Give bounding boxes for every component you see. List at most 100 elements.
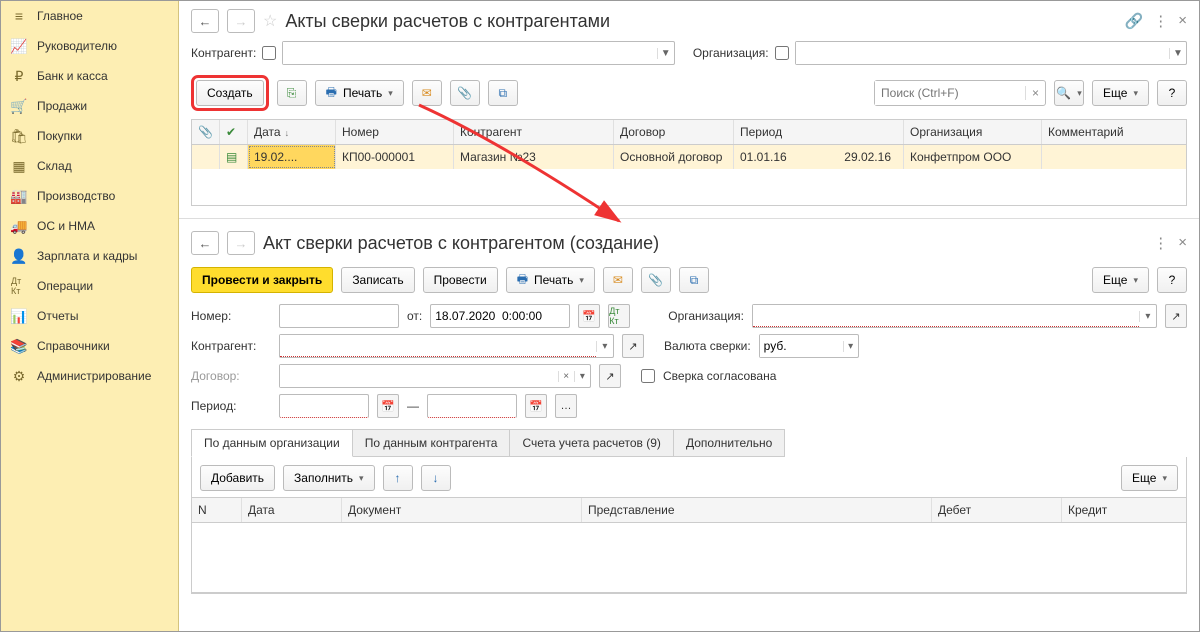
col-comment[interactable]: Комментарий xyxy=(1042,120,1186,144)
post-close-button[interactable]: Провести и закрыть xyxy=(191,267,333,293)
back-button[interactable]: ← xyxy=(191,231,219,255)
sidebar-item-reports[interactable]: 📊Отчеты xyxy=(1,301,178,331)
calendar-icon[interactable]: 📅 xyxy=(578,304,600,328)
save-button[interactable]: Записать xyxy=(341,267,414,293)
date-input[interactable] xyxy=(430,304,570,328)
search-clear[interactable]: × xyxy=(1025,86,1045,100)
help-button[interactable]: ? xyxy=(1157,80,1187,106)
col-document[interactable]: Документ xyxy=(342,498,582,522)
filter-contragent-input[interactable] xyxy=(283,42,656,64)
tab-accounts[interactable]: Счета учета расчетов (9) xyxy=(510,429,673,457)
add-button[interactable]: Добавить xyxy=(200,465,275,491)
structure-button[interactable]: ⧉ xyxy=(679,267,709,293)
period-from-input[interactable] xyxy=(279,394,369,418)
tab-contragent-data[interactable]: По данным контрагента xyxy=(353,429,511,457)
print-button[interactable]: 🖶Печать▾ xyxy=(315,80,404,106)
filter-contragent-checkbox[interactable] xyxy=(262,46,276,60)
link-icon[interactable]: 🔗 xyxy=(1125,12,1144,30)
search-input[interactable] xyxy=(875,81,1025,105)
filter-org-input[interactable] xyxy=(796,42,1169,64)
forward-button[interactable]: → xyxy=(227,231,255,255)
filter-org-checkbox[interactable] xyxy=(775,46,789,60)
sidebar-item-catalogs[interactable]: 📚Справочники xyxy=(1,331,178,361)
search-button[interactable]: 🔍▾ xyxy=(1054,80,1084,106)
more-button[interactable]: Еще▾ xyxy=(1121,465,1178,491)
mail-button[interactable]: ✉ xyxy=(412,80,442,106)
attach-button[interactable]: 📎 xyxy=(450,80,480,106)
open-icon[interactable]: ↗ xyxy=(1165,304,1187,328)
sidebar-item-salary[interactable]: 👤Зарплата и кадры xyxy=(1,241,178,271)
org-input[interactable] xyxy=(753,305,1139,327)
clear-icon[interactable]: × xyxy=(558,371,574,382)
dropdown-icon[interactable]: ▼ xyxy=(657,48,674,59)
help-button[interactable]: ? xyxy=(1157,267,1187,293)
sidebar-item-purchases[interactable]: 🛍Покупки xyxy=(1,121,178,151)
tab-org-data[interactable]: По данным организации xyxy=(191,429,353,457)
col-contract[interactable]: Договор xyxy=(614,120,734,144)
close-icon[interactable]: × xyxy=(1178,12,1187,30)
open-icon[interactable]: ↗ xyxy=(622,334,644,358)
search-box[interactable]: × xyxy=(874,80,1046,106)
sidebar-item-sales[interactable]: 🛒Продажи xyxy=(1,91,178,121)
col-org[interactable]: Организация xyxy=(904,120,1042,144)
sidebar-item-bank[interactable]: ₽Банк и касса xyxy=(1,61,178,91)
print-button[interactable]: 🖶Печать▾ xyxy=(506,267,595,293)
tab-additional[interactable]: Дополнительно xyxy=(674,429,785,457)
sidebar-item-operations[interactable]: Дт КтОперации xyxy=(1,271,178,301)
sidebar-item-main[interactable]: ≡Главное xyxy=(1,1,178,31)
structure-button[interactable]: ⧉ xyxy=(488,80,518,106)
dropdown-icon[interactable]: ▼ xyxy=(1169,48,1186,59)
calendar-icon[interactable]: 📅 xyxy=(377,394,399,418)
fill-button[interactable]: Заполнить▾ xyxy=(283,465,374,491)
more-icon[interactable]: ⋮ xyxy=(1153,234,1168,252)
period-to-input[interactable] xyxy=(427,394,517,418)
col-attach[interactable]: 📎 xyxy=(192,120,220,144)
currency-input[interactable] xyxy=(760,335,843,357)
sidebar-item-warehouse[interactable]: ▦Склад xyxy=(1,151,178,181)
grid-row[interactable]: ▤ 19.02.... КП00-000001 Магазин №23 Осно… xyxy=(192,145,1186,169)
inner-grid-body[interactable] xyxy=(192,523,1186,593)
period-picker-button[interactable]: … xyxy=(555,394,577,418)
filter-contragent-combo[interactable]: ▼ xyxy=(282,41,674,65)
star-icon[interactable]: ☆ xyxy=(263,11,277,31)
col-posted[interactable]: ✔ xyxy=(220,120,248,144)
more-button[interactable]: Еще▾ xyxy=(1092,80,1149,106)
more-icon[interactable]: ⋮ xyxy=(1153,12,1168,30)
col-credit[interactable]: Кредит xyxy=(1062,498,1186,522)
create-button[interactable]: Создать xyxy=(196,80,264,106)
calendar-icon[interactable]: 📅 xyxy=(525,394,547,418)
dropdown-icon[interactable]: ▾ xyxy=(596,341,613,352)
sidebar-item-production[interactable]: 🏭Производство xyxy=(1,181,178,211)
dropdown-icon[interactable]: ▾ xyxy=(1139,311,1156,322)
col-n[interactable]: N xyxy=(192,498,242,522)
ledger-icon[interactable]: Дт Кт xyxy=(608,304,630,328)
contragent-input[interactable] xyxy=(280,335,596,357)
col-date[interactable]: Дата xyxy=(242,498,342,522)
back-button[interactable]: ← xyxy=(191,9,219,33)
move-down-button[interactable]: ↓ xyxy=(421,465,451,491)
sidebar-item-assets[interactable]: 🚚ОС и НМА xyxy=(1,211,178,241)
post-button[interactable]: Провести xyxy=(423,267,498,293)
copy-button[interactable]: ⎘ xyxy=(277,80,307,106)
col-representation[interactable]: Представление xyxy=(582,498,932,522)
number-input[interactable] xyxy=(279,304,399,328)
col-date[interactable]: Дата↓ xyxy=(248,120,336,144)
col-period[interactable]: Период xyxy=(734,120,904,144)
agreed-checkbox[interactable] xyxy=(641,369,655,383)
move-up-button[interactable]: ↑ xyxy=(383,465,413,491)
more-button[interactable]: Еще▾ xyxy=(1092,267,1149,293)
open-icon[interactable]: ↗ xyxy=(599,364,621,388)
forward-button[interactable]: → xyxy=(227,9,255,33)
dropdown-icon[interactable]: ▾ xyxy=(843,341,858,352)
mail-button[interactable]: ✉ xyxy=(603,267,633,293)
col-number[interactable]: Номер xyxy=(336,120,454,144)
col-contragent[interactable]: Контрагент xyxy=(454,120,614,144)
col-debit[interactable]: Дебет xyxy=(932,498,1062,522)
filter-org-combo[interactable]: ▼ xyxy=(795,41,1187,65)
close-icon[interactable]: × xyxy=(1178,234,1187,252)
sidebar-item-admin[interactable]: ⚙Администрирование xyxy=(1,361,178,391)
contract-input[interactable] xyxy=(280,365,558,387)
dropdown-icon[interactable]: ▾ xyxy=(574,371,590,382)
attach-button[interactable]: 📎 xyxy=(641,267,671,293)
sidebar-item-manager[interactable]: 📈Руководителю xyxy=(1,31,178,61)
